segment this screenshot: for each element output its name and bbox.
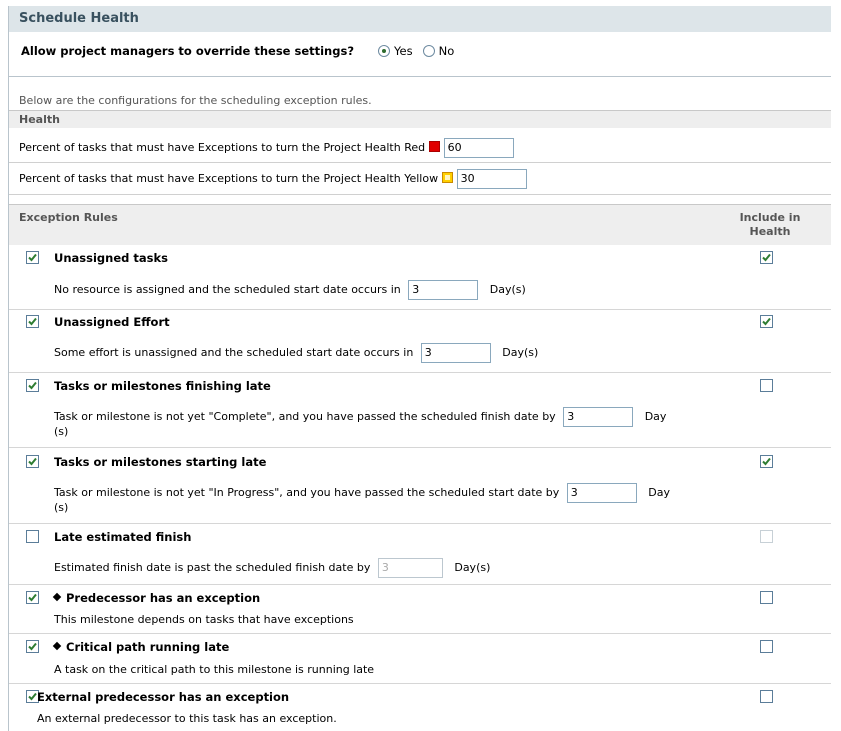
rule-unassigned-effort-desc: Some effort is unassigned and the schedu…: [54, 343, 538, 363]
rule-external-predecessor-include-checkbox[interactable]: [760, 690, 773, 703]
divider: [9, 309, 831, 310]
divider: [9, 372, 831, 373]
rule-title-text: Predecessor has an exception: [66, 591, 261, 605]
rule-desc-text: Estimated finish date is past the schedu…: [54, 561, 371, 574]
override-no-label: No: [438, 44, 455, 58]
rule-unit-label: Day: [644, 410, 667, 423]
rule-unit-suffix: (s): [54, 425, 69, 438]
rule-late-estimated-finish-title: Late estimated finish: [54, 530, 192, 544]
rule-desc-text: Task or milestone is not yet "In Progres…: [54, 486, 560, 499]
rule-predecessor-exception-checkbox[interactable]: [26, 591, 39, 604]
divider: [9, 584, 831, 585]
rule-unassigned-tasks-include-checkbox[interactable]: [760, 251, 773, 264]
rule-predecessor-exception-include-checkbox[interactable]: [760, 591, 773, 604]
divider: [9, 194, 831, 195]
rule-starting-late-days-input[interactable]: 3: [566, 483, 637, 503]
rule-title-text: Critical path running late: [66, 640, 230, 654]
include-heading-line2: Health: [749, 225, 791, 238]
rule-starting-late-desc: Task or milestone is not yet "In Progres…: [54, 483, 670, 503]
divider: [9, 447, 831, 448]
health-heading: Health: [9, 110, 831, 128]
rule-unassigned-tasks-checkbox[interactable]: [26, 251, 39, 264]
section-title: Schedule Health: [9, 6, 831, 32]
rule-unassigned-effort-title: Unassigned Effort: [54, 315, 170, 329]
include-in-health-heading: Include in Health: [735, 211, 805, 239]
override-yes-label: Yes: [394, 44, 413, 58]
include-heading-line1: Include in: [739, 211, 801, 224]
divider: [9, 76, 831, 77]
divider: [9, 683, 831, 684]
rule-desc-text: Task or milestone is not yet "Complete",…: [54, 410, 556, 423]
milestone-icon: [52, 592, 62, 602]
health-yellow-row: Percent of tasks that must have Exceptio…: [19, 169, 527, 189]
divider: [9, 523, 831, 524]
rule-unit-suffix: (s): [54, 501, 69, 514]
override-no-radio[interactable]: [422, 45, 435, 57]
health-yellow-input[interactable]: 30: [456, 169, 527, 189]
rule-external-predecessor-title: External predecessor has an exception: [37, 690, 290, 704]
health-yellow-label: Percent of tasks that must have Exceptio…: [19, 172, 439, 185]
rule-unassigned-tasks-desc: No resource is assigned and the schedule…: [54, 280, 526, 300]
divider: [9, 162, 831, 163]
rule-late-estimated-finish-days-input[interactable]: 3: [377, 558, 443, 578]
override-setting: Allow project managers to override these…: [21, 44, 454, 58]
rule-unit-label: Day(s): [502, 346, 539, 359]
rule-desc-text: No resource is assigned and the schedule…: [54, 283, 401, 296]
rule-unassigned-effort-checkbox[interactable]: [26, 315, 39, 328]
rule-critical-path-late-checkbox[interactable]: [26, 640, 39, 653]
schedule-health-panel: Schedule Health Allow project managers t…: [8, 6, 831, 731]
red-status-icon: [429, 141, 441, 152]
rule-finishing-late-include-checkbox[interactable]: [760, 379, 773, 392]
rule-finishing-late-title: Tasks or milestones finishing late: [54, 379, 271, 393]
rule-starting-late-title: Tasks or milestones starting late: [54, 455, 267, 469]
rule-finishing-late-days-input[interactable]: 3: [563, 407, 634, 427]
rule-desc-text: Some effort is unassigned and the schedu…: [54, 346, 414, 359]
rule-predecessor-exception-title: Predecessor has an exception: [52, 591, 261, 605]
rule-late-estimated-finish-include-checkbox[interactable]: [760, 530, 773, 543]
rule-unassigned-effort-days-input[interactable]: 3: [420, 343, 491, 363]
rule-late-estimated-finish-desc: Estimated finish date is past the schedu…: [54, 558, 490, 578]
rule-late-estimated-finish-checkbox[interactable]: [26, 530, 39, 543]
rule-external-predecessor-desc: An external predecessor to this task has…: [37, 712, 337, 725]
rule-starting-late-checkbox[interactable]: [26, 455, 39, 468]
rule-unit-label: Day(s): [489, 283, 526, 296]
rule-critical-path-late-desc: A task on the critical path to this mile…: [54, 663, 375, 676]
rule-unit-label: Day: [648, 486, 671, 499]
override-yes-radio[interactable]: [378, 45, 391, 57]
milestone-icon: [52, 641, 62, 651]
rule-unassigned-effort-include-checkbox[interactable]: [760, 315, 773, 328]
rule-critical-path-late-title: Critical path running late: [52, 640, 230, 654]
rule-unassigned-tasks-days-input[interactable]: 3: [408, 280, 479, 300]
rule-unit-label: Day(s): [454, 561, 491, 574]
yellow-status-icon: [442, 172, 454, 183]
rule-finishing-late-checkbox[interactable]: [26, 379, 39, 392]
rule-critical-path-late-include-checkbox[interactable]: [760, 640, 773, 653]
health-red-input[interactable]: 60: [443, 138, 514, 158]
divider: [9, 633, 831, 634]
health-red-label: Percent of tasks that must have Exceptio…: [19, 141, 426, 154]
rule-finishing-late-desc: Task or milestone is not yet "Complete",…: [54, 407, 666, 427]
exception-rules-header: Exception Rules Include in Health: [9, 204, 831, 245]
rule-starting-late-include-checkbox[interactable]: [760, 455, 773, 468]
exception-rules-heading: Exception Rules: [19, 211, 118, 224]
health-red-row: Percent of tasks that must have Exceptio…: [19, 138, 514, 158]
rule-unassigned-tasks-title: Unassigned tasks: [54, 251, 168, 265]
override-question: Allow project managers to override these…: [21, 44, 354, 58]
rules-description: Below are the configurations for the sch…: [19, 94, 372, 107]
rule-predecessor-exception-desc: This milestone depends on tasks that hav…: [54, 613, 354, 626]
